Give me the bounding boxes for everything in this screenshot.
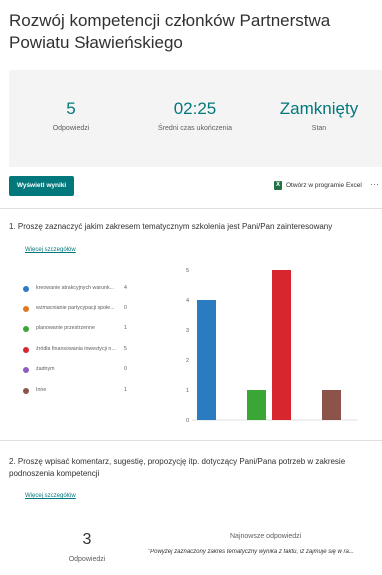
avg-time-value: 02:25 <box>173 99 217 118</box>
divider <box>0 208 382 209</box>
status-stat: Zamknięty Stan <box>257 70 381 132</box>
legend-label: Inne <box>36 387 47 393</box>
legend-item: żadnym 0 <box>23 366 133 376</box>
legend-count: 0 <box>124 366 127 372</box>
y-tick-label: 0 <box>186 418 189 424</box>
legend-count: 1 <box>124 387 127 393</box>
y-tick-label: 1 <box>186 388 189 394</box>
status-value: Zamknięty <box>279 99 359 118</box>
excel-icon: X <box>274 181 282 190</box>
y-tick-label: 4 <box>186 298 189 304</box>
legend-item: źródła finansowania inwestycji n... 5 <box>23 346 133 356</box>
question-2-title: 2. Proszę wpisać komentarz, sugestię, pr… <box>9 457 346 478</box>
question-2-more-details-link[interactable]: Więcej szczegółów <box>25 493 76 499</box>
legend-label: żadnym <box>36 366 55 372</box>
legend-count: 5 <box>124 346 127 352</box>
view-results-button[interactable]: Wyświetl wyniki <box>9 176 74 196</box>
responses-label: Odpowiedzi <box>52 125 90 132</box>
question-1-title: 1. Proszę zaznaczyć jakim zakresem temat… <box>9 222 333 231</box>
chart-bar[interactable] <box>272 270 291 420</box>
legend-item: Inne 1 <box>23 387 133 397</box>
open-in-excel-button[interactable]: X Otwórz w programie Excel <box>274 181 362 190</box>
legend-item: planowanie przestrzenne 1 <box>23 325 133 335</box>
legend-dot <box>23 347 29 353</box>
legend-label: kreowanie atrakcyjnych warunk... <box>36 285 115 291</box>
form-title: Rozwój kompetencji członków Partnerstwa … <box>9 11 331 52</box>
y-tick-label: 5 <box>186 268 189 274</box>
legend-count: 0 <box>124 305 127 311</box>
legend-label: planowanie przestrzenne <box>36 325 95 331</box>
chart-bar[interactable] <box>197 300 216 420</box>
chart-bar[interactable] <box>322 390 341 420</box>
y-tick-label: 2 <box>186 358 189 364</box>
legend-dot <box>23 388 29 394</box>
legend-dot <box>23 367 29 373</box>
legend-dot <box>23 286 29 292</box>
y-tick-label: 3 <box>186 328 189 334</box>
avg-time-label: Średni czas ukończenia <box>158 125 232 132</box>
legend-count: 4 <box>124 285 127 291</box>
status-label: Stan <box>311 125 327 132</box>
legend-item: wzmacnianie partycypacji społe... 0 <box>23 305 133 315</box>
summary-panel: 5 Odpowiedzi 02:25 Średni czas ukończeni… <box>9 70 382 167</box>
avg-time-stat: 02:25 Średni czas ukończenia <box>133 70 257 132</box>
latest-responses-heading: Najnowsze odpowiedzi <box>230 533 302 540</box>
legend-dot <box>23 326 29 332</box>
divider <box>0 440 382 441</box>
legend-label: źródła finansowania inwestycji n... <box>36 346 116 352</box>
responses-stat: 5 Odpowiedzi <box>9 70 133 132</box>
question-2-responses-label: Odpowiedzi <box>68 556 106 563</box>
chart-bar[interactable] <box>247 390 266 420</box>
question-2-responses-count: 3 <box>82 531 92 548</box>
more-options-button[interactable]: ··· <box>370 179 379 189</box>
open-in-excel-label: Otwórz w programie Excel <box>286 182 362 189</box>
legend-label: wzmacnianie partycypacji społe... <box>36 305 115 311</box>
legend-count: 1 <box>124 325 127 331</box>
responses-count: 5 <box>66 99 76 118</box>
bar-chart: 0 1 2 3 4 5 <box>186 268 358 424</box>
latest-response-text[interactable]: "Powyżej zaznaczony zakres tematyczny wy… <box>148 549 380 555</box>
question-1-more-details-link[interactable]: Więcej szczegółów <box>25 247 76 253</box>
legend-dot <box>23 306 29 312</box>
legend-item: kreowanie atrakcyjnych warunk... 4 <box>23 285 133 295</box>
